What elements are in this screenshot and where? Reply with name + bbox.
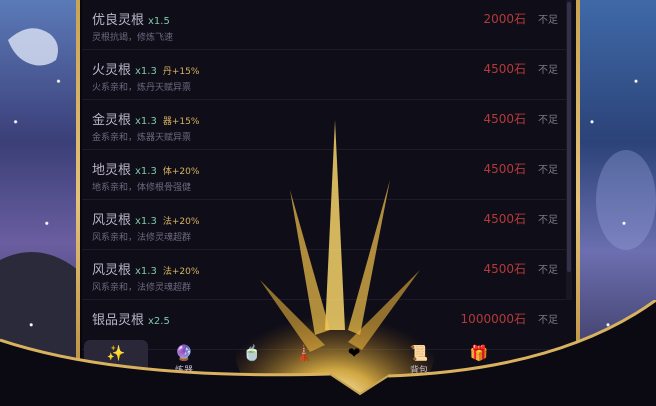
item-multiplier: x1.5 bbox=[148, 16, 170, 27]
item-status: 不足 bbox=[538, 165, 558, 176]
tab-bag[interactable]: 📜 背包 bbox=[387, 340, 451, 382]
item-multiplier: x1.3 bbox=[135, 266, 157, 277]
item-name: 优良灵根 bbox=[92, 13, 145, 28]
right-gold-frame bbox=[576, 0, 580, 406]
item-status: 不足 bbox=[538, 315, 558, 326]
bottom-tab-bar: ✨ 修炼 🔮 炼器 🍵 🗼 ❤ 📜 背包 🎁 bbox=[82, 336, 576, 384]
item-price: 4500石 bbox=[483, 212, 526, 226]
item-status: 不足 bbox=[538, 15, 558, 26]
item-bonus: 法+20% bbox=[162, 267, 200, 277]
item-price: 4500石 bbox=[483, 262, 526, 276]
tab-cultivate[interactable]: ✨ 修炼 bbox=[84, 340, 148, 382]
item-bonus: 丹+15% bbox=[162, 67, 200, 77]
crystal-icon: 🔮 bbox=[174, 344, 194, 362]
item-bonus: 法+20% bbox=[162, 217, 200, 227]
item-name: 地灵根 bbox=[92, 163, 132, 178]
list-item[interactable]: 地灵根 x1.3 体+20% 地系亲和，体修根骨强健 4500石 不足 bbox=[82, 150, 566, 200]
item-description: 金系亲和，炼器天赋异禀 bbox=[92, 133, 192, 143]
item-status: 不足 bbox=[538, 265, 558, 276]
tab-heart[interactable]: ❤ bbox=[322, 340, 386, 382]
scroll-icon: 📜 bbox=[409, 344, 429, 362]
item-description: 灵根抗竭，修炼飞速 bbox=[92, 33, 174, 43]
item-status: 不足 bbox=[538, 115, 558, 126]
item-description: 火系亲和，炼丹天赋异禀 bbox=[92, 83, 192, 93]
item-price: 4500石 bbox=[483, 112, 526, 126]
list-item[interactable]: 火灵根 x1.3 丹+15% 火系亲和，炼丹天赋异禀 4500石 不足 bbox=[82, 50, 566, 100]
tab-label: 修炼 bbox=[106, 366, 125, 376]
item-multiplier: x1.3 bbox=[135, 216, 157, 227]
item-multiplier: x2.5 bbox=[148, 316, 170, 327]
item-name: 银品灵根 bbox=[92, 313, 145, 328]
item-price: 4500石 bbox=[483, 62, 526, 76]
item-description: 风系亲和，法修灵魂超群 bbox=[92, 233, 192, 243]
item-price: 4500石 bbox=[483, 162, 526, 176]
list-scrollbar[interactable] bbox=[566, 0, 572, 300]
heart-icon: ❤ bbox=[347, 344, 361, 362]
item-status: 不足 bbox=[538, 65, 558, 76]
scrollbar-thumb[interactable] bbox=[567, 2, 571, 272]
right-art-panel bbox=[576, 0, 656, 406]
sparkle-icon: ✨ bbox=[106, 344, 126, 362]
tab-gift[interactable]: 🎁 bbox=[447, 340, 511, 382]
list-item[interactable]: 风灵根 x1.3 法+20% 风系亲和，法修灵魂超群 4500石 不足 bbox=[82, 250, 566, 300]
item-name: 风灵根 bbox=[92, 213, 132, 228]
gift-icon: 🎁 bbox=[469, 344, 489, 362]
item-name: 火灵根 bbox=[92, 63, 132, 78]
list-item[interactable]: 风灵根 x1.3 法+20% 风系亲和，法修灵魂超群 4500石 不足 bbox=[82, 200, 566, 250]
tab-label: 炼器 bbox=[174, 366, 193, 376]
item-bonus: 体+20% bbox=[162, 167, 200, 177]
item-multiplier: x1.3 bbox=[135, 166, 157, 177]
tab-refine[interactable]: 🔮 炼器 bbox=[152, 340, 216, 382]
left-art-panel bbox=[0, 0, 78, 406]
item-name: 风灵根 bbox=[92, 263, 132, 278]
item-price: 2000石 bbox=[483, 12, 526, 26]
item-bonus: 器+15% bbox=[162, 117, 200, 127]
item-name: 金灵根 bbox=[92, 113, 132, 128]
item-multiplier: x1.3 bbox=[135, 116, 157, 127]
item-multiplier: x1.3 bbox=[135, 66, 157, 77]
item-status: 不足 bbox=[538, 215, 558, 226]
item-price: 1000000石 bbox=[460, 312, 526, 326]
list-item[interactable]: 优良灵根 x1.5 灵根抗竭，修炼飞速 2000石 不足 bbox=[82, 0, 566, 50]
item-description: 风系亲和，法修灵魂超群 bbox=[92, 283, 192, 293]
item-description: 地系亲和，体修根骨强健 bbox=[92, 183, 192, 193]
left-gold-frame bbox=[76, 0, 80, 406]
list-item[interactable]: 金灵根 x1.3 器+15% 金系亲和，炼器天赋异禀 4500石 不足 bbox=[82, 100, 566, 150]
tab-label: 背包 bbox=[409, 366, 428, 376]
